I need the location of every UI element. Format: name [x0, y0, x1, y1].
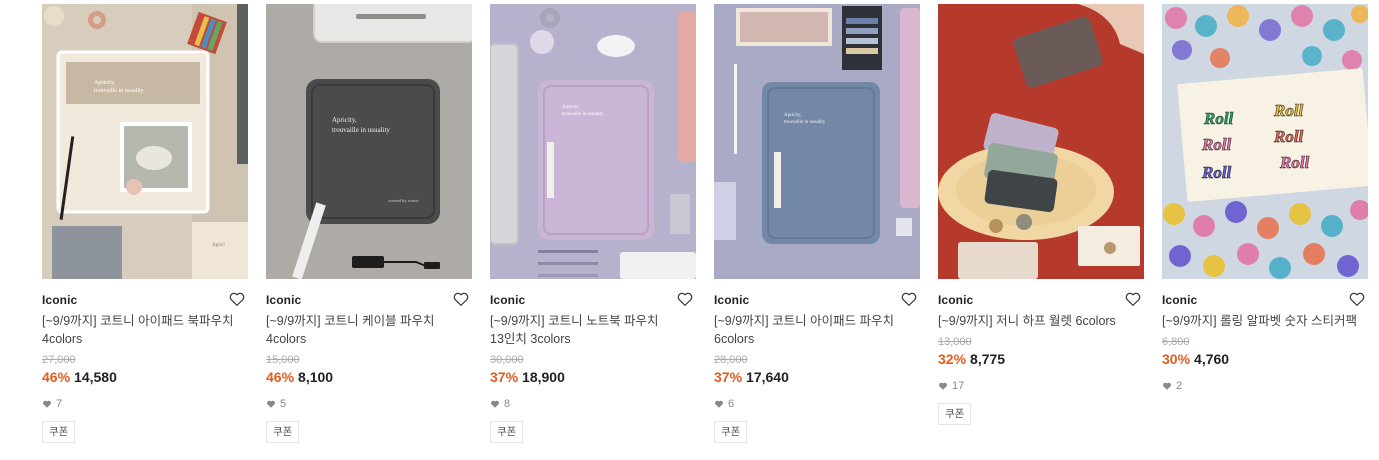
image-text: trouvaille in usuality: [784, 120, 826, 125]
product-card[interactable]: Apricity, trouvaille in usuality Aprici …: [42, 4, 248, 443]
sale-price: 17,640: [746, 369, 789, 385]
brand-name[interactable]: Iconic: [42, 292, 248, 308]
product-card[interactable]: Roll Roll Roll Roll Roll Roll Iconic [~9…: [1162, 4, 1368, 393]
coupon-badge: 쿠폰: [938, 403, 972, 425]
image-text: trouvaille in usuality: [94, 88, 144, 94]
image-text: Roll: [1203, 109, 1234, 128]
product-image[interactable]: Apricity, trouvaille in usuality: [490, 4, 696, 279]
price-line: 37% 17,640: [714, 367, 920, 387]
image-text: trouvaille in usuality: [562, 112, 604, 117]
heart-filled-icon: [491, 400, 499, 408]
heart-outline-icon[interactable]: [676, 290, 694, 308]
original-price: 15,000: [266, 354, 300, 366]
brand-name[interactable]: Iconic: [1162, 292, 1368, 308]
product-title[interactable]: [~9/9까지] 코트니 아이패드 파우치 6colors: [714, 312, 920, 348]
price-line: 46% 8,100: [266, 367, 472, 387]
brand-name[interactable]: Iconic: [490, 292, 696, 308]
product-title[interactable]: [~9/9까지] 코트니 노트북 파우치 13인치 3colors: [490, 312, 696, 348]
sale-price: 18,900: [522, 369, 565, 385]
like-count: 7: [42, 397, 248, 411]
like-count: 8: [490, 397, 696, 411]
original-price: 6,800: [1162, 336, 1190, 348]
discount-rate: 46%: [42, 369, 71, 385]
product-title[interactable]: [~9/9까지] 코트니 케이블 파우치 4colors: [266, 312, 472, 348]
sale-price: 8,100: [298, 369, 334, 385]
product-title[interactable]: [~9/9까지] 롤링 알파벳 숫자 스티커팩: [1162, 312, 1368, 330]
discount-rate: 32%: [938, 351, 967, 367]
image-text: trouvaille in usuality: [332, 126, 390, 134]
heart-filled-icon: [1163, 382, 1171, 390]
heart-filled-icon: [267, 400, 275, 408]
original-price: 30,000: [490, 354, 524, 366]
brand-name[interactable]: Iconic: [714, 292, 920, 308]
like-count-value: 2: [1176, 380, 1183, 392]
product-title[interactable]: [~9/9까지] 저니 하프 월렛 6colors: [938, 312, 1144, 330]
sale-price: 14,580: [74, 369, 117, 385]
product-card[interactable]: Apricity, trouvaille in usuality Iconic …: [490, 4, 696, 443]
coupon-badge: 쿠폰: [42, 421, 76, 443]
product-image[interactable]: Apricity, trouvaille in usuality created…: [266, 4, 472, 279]
heart-filled-icon: [715, 400, 723, 408]
image-text: created by iconic: [388, 198, 419, 203]
sale-price: 4,760: [1194, 351, 1230, 367]
discount-rate: 37%: [714, 369, 743, 385]
sale-price: 8,775: [970, 351, 1006, 367]
like-count-value: 17: [952, 380, 965, 392]
coupon-badge: 쿠폰: [714, 421, 748, 443]
product-card[interactable]: Apricity, trouvaille in usuality Iconic …: [714, 4, 920, 443]
heart-filled-icon: [43, 400, 51, 408]
image-text: Roll: [1273, 101, 1304, 120]
like-count-value: 6: [728, 398, 735, 410]
price-line: 46% 14,580: [42, 367, 248, 387]
original-price: 27,000: [42, 354, 76, 366]
product-image[interactable]: Apricity, trouvaille in usuality Aprici: [42, 4, 248, 279]
discount-rate: 46%: [266, 369, 295, 385]
price-line: 37% 18,900: [490, 367, 696, 387]
image-text: Roll: [1273, 127, 1304, 146]
image-text: Roll: [1201, 163, 1232, 182]
like-count-value: 5: [280, 398, 287, 410]
heart-outline-icon[interactable]: [452, 290, 470, 308]
coupon-badge: 쿠폰: [266, 421, 300, 443]
price-line: 32% 8,775: [938, 349, 1144, 369]
like-count-value: 8: [504, 398, 511, 410]
image-text: Apricity,: [784, 113, 802, 118]
image-text: Apricity,: [562, 105, 580, 110]
product-image[interactable]: [938, 4, 1144, 279]
original-price: 28,000: [714, 354, 748, 366]
heart-outline-icon[interactable]: [1124, 290, 1142, 308]
discount-rate: 30%: [1162, 351, 1191, 367]
brand-name[interactable]: Iconic: [266, 292, 472, 308]
like-count-value: 7: [56, 398, 63, 410]
coupon-badge: 쿠폰: [490, 421, 524, 443]
brand-name[interactable]: Iconic: [938, 292, 1144, 308]
like-count: 5: [266, 397, 472, 411]
heart-outline-icon[interactable]: [1348, 290, 1366, 308]
heart-filled-icon: [939, 382, 947, 390]
price-line: 30% 4,760: [1162, 349, 1368, 369]
image-text: Roll: [1201, 135, 1232, 154]
image-text: Aprici: [212, 243, 225, 248]
discount-rate: 37%: [490, 369, 519, 385]
like-count: 17: [938, 379, 1144, 393]
product-image[interactable]: Roll Roll Roll Roll Roll Roll: [1162, 4, 1368, 279]
image-text: Apricity,: [94, 80, 116, 86]
product-image[interactable]: Apricity, trouvaille in usuality: [714, 4, 920, 279]
heart-outline-icon[interactable]: [228, 290, 246, 308]
product-card[interactable]: Iconic [~9/9까지] 저니 하프 월렛 6colors 13,000 …: [938, 4, 1144, 425]
like-count: 2: [1162, 379, 1368, 393]
image-text: Roll: [1279, 153, 1310, 172]
product-grid: Apricity, trouvaille in usuality Aprici …: [0, 0, 1379, 460]
like-count: 6: [714, 397, 920, 411]
heart-outline-icon[interactable]: [900, 290, 918, 308]
product-card[interactable]: Apricity, trouvaille in usuality created…: [266, 4, 472, 443]
image-text: Apricity,: [332, 116, 357, 124]
original-price: 13,000: [938, 336, 972, 348]
product-title[interactable]: [~9/9까지] 코트니 아이패드 북파우치 4colors: [42, 312, 248, 348]
